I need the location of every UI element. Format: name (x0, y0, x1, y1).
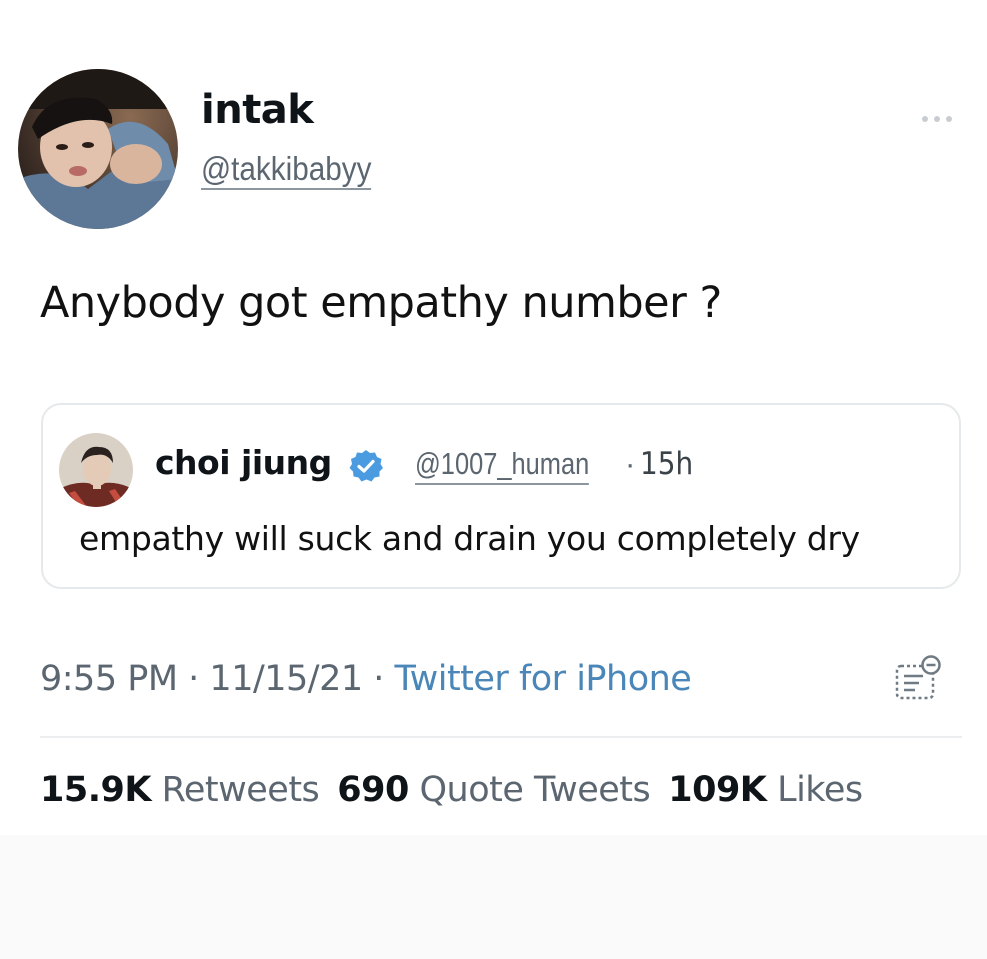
tweet-meta-row: 9:55 PM · 11/15/21 · Twitter for iPhone (40, 657, 692, 701)
quote-separator: · (625, 446, 636, 481)
author-display-name[interactable]: intak (201, 84, 314, 136)
quote-avatar-photo-icon (59, 433, 133, 507)
retweets-label: Retweets (161, 770, 320, 810)
analytics-icon[interactable] (895, 654, 943, 702)
quote-tweets-stat[interactable]: 690 Quote Tweets (337, 770, 650, 810)
user-photo-avatar-icon (18, 69, 178, 229)
likes-label: Likes (777, 770, 863, 810)
background-fill (0, 835, 987, 959)
likes-stat[interactable]: 109K Likes (668, 770, 863, 810)
likes-count: 109K (668, 770, 767, 810)
tweet-date[interactable]: 11/15/21 (209, 659, 363, 699)
quote-author-avatar[interactable] (59, 433, 133, 507)
quote-text: empathy will suck and drain you complete… (79, 519, 860, 558)
divider (40, 736, 962, 738)
meta-separator: · (362, 659, 395, 699)
retweets-count: 15.9K (40, 770, 151, 810)
quote-author-handle[interactable]: @1007_human (415, 445, 590, 485)
tweet-text: Anybody got empathy number ? (40, 278, 722, 328)
verified-badge-icon (349, 450, 383, 482)
quote-tweets-label: Quote Tweets (419, 770, 651, 810)
tweet-stats-row: 15.9K Retweets 690 Quote Tweets 109K Likes (40, 767, 881, 813)
quoted-tweet-card[interactable]: choi jiung @1007_human · 15h empathy wil… (41, 403, 961, 589)
retweets-stat[interactable]: 15.9K Retweets (40, 770, 320, 810)
author-handle[interactable]: @takkibabyy (201, 150, 372, 190)
more-horizontal-icon[interactable] (922, 112, 962, 126)
tweet-source-link[interactable]: Twitter for iPhone (395, 659, 692, 699)
author-avatar[interactable] (18, 69, 178, 229)
quote-author-display-name[interactable]: choi jiung (155, 441, 332, 485)
quote-tweets-count: 690 (337, 770, 409, 810)
quote-timestamp[interactable]: 15h (640, 445, 693, 483)
meta-separator: · (177, 659, 210, 699)
tweet-time[interactable]: 9:55 PM (40, 659, 178, 699)
